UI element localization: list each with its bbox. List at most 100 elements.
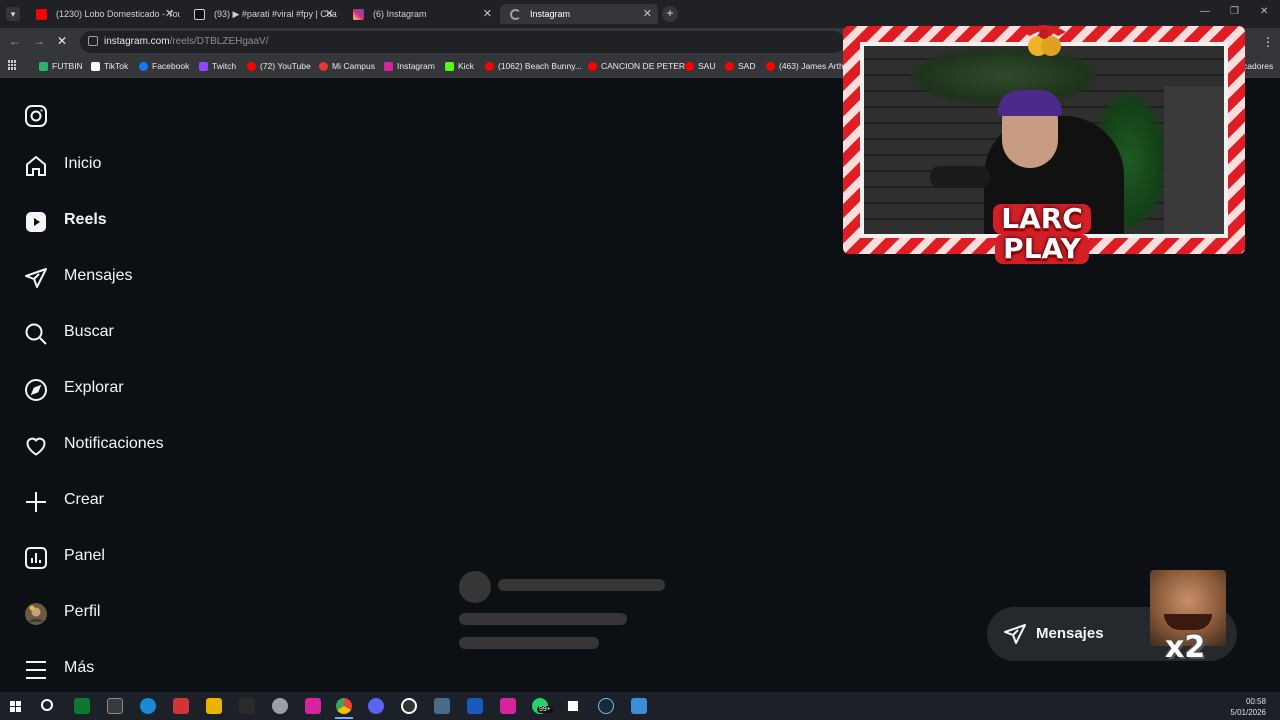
bookmark-futbin[interactable]: FUTBIN xyxy=(39,61,83,71)
clock-time: 00:58 xyxy=(1245,697,1266,706)
discord-icon[interactable] xyxy=(368,698,384,714)
url-text[interactable]: instagram.com/reels/DTBLZEHgaaV/ xyxy=(104,36,269,47)
chrome-icon[interactable] xyxy=(336,698,352,714)
bookmarks-overflow[interactable]: cadores xyxy=(1243,61,1273,71)
skeleton-line xyxy=(459,637,599,649)
sidebar-item-label: Reels xyxy=(64,211,107,228)
larc-play-logo: LARC PLAY xyxy=(958,204,1126,280)
minimize-icon[interactable]: — xyxy=(1200,6,1210,17)
taskbar-clock[interactable]: 00:58 5/01/2026 xyxy=(1230,696,1266,718)
sidebar-item-label: Buscar xyxy=(64,323,114,340)
calculator-icon[interactable] xyxy=(434,698,450,714)
sidebar-item-perfil[interactable]: Perfil xyxy=(24,600,100,628)
store-icon[interactable] xyxy=(74,698,90,714)
app-icon[interactable] xyxy=(272,698,288,714)
bookmark-youtube[interactable]: (72) YouTube xyxy=(247,61,311,71)
bookmark-label: FUTBIN xyxy=(52,61,83,71)
bookmark-sad[interactable]: SAD xyxy=(725,61,755,71)
browser-menu-icon[interactable]: ⋮ xyxy=(1262,35,1274,49)
sidebar-item-label: Notificaciones xyxy=(64,435,164,452)
windows-start-icon[interactable] xyxy=(10,701,21,712)
heart-icon xyxy=(26,437,46,456)
bookmark-twitch[interactable]: Twitch xyxy=(199,61,236,71)
bookmark-tiktok[interactable]: TikTok xyxy=(91,61,128,71)
forward-icon[interactable]: → xyxy=(33,34,45,48)
taskbar-search-icon[interactable] xyxy=(41,699,53,711)
logo-line-1: LARC xyxy=(993,204,1091,234)
word-icon[interactable] xyxy=(467,698,483,714)
url-path: /reels/DTBLZEHgaaV/ xyxy=(169,36,269,47)
sidebar-item-reels[interactable]: Reels xyxy=(24,208,107,236)
app-icon[interactable] xyxy=(500,698,516,714)
emote-mouth xyxy=(1164,614,1212,630)
new-tab-button[interactable]: + xyxy=(662,6,678,22)
tab-search-button[interactable]: ▾ xyxy=(6,7,20,21)
close-tab-icon[interactable]: ✕ xyxy=(643,7,652,20)
sidebar-item-panel[interactable]: Panel xyxy=(24,544,105,572)
bookmark-instagram[interactable]: Instagram xyxy=(384,61,435,71)
edge-icon[interactable] xyxy=(140,698,156,714)
sidebar-item-notificaciones[interactable]: Notificaciones xyxy=(24,432,164,460)
instagram-logo-icon[interactable] xyxy=(24,104,48,133)
sidebar-item-inicio[interactable]: Inicio xyxy=(24,152,101,180)
sidebar-item-mas[interactable]: Más xyxy=(24,656,94,684)
messages-icon xyxy=(1004,624,1026,644)
bookmark-label: Instagram xyxy=(397,61,435,71)
bookmark-facebook[interactable]: Facebook xyxy=(139,61,189,71)
close-tab-icon[interactable]: ✕ xyxy=(165,7,174,20)
app-icon[interactable] xyxy=(107,698,123,714)
youtube-icon xyxy=(766,61,775,71)
app-icon[interactable] xyxy=(305,698,321,714)
clock-date: 5/01/2026 xyxy=(1230,708,1266,717)
bookmark-cancion-de-peter[interactable]: CANCION DE PETER xyxy=(588,61,685,71)
close-tab-icon[interactable]: ✕ xyxy=(483,7,492,20)
bookmark-label: Facebook xyxy=(152,61,190,71)
browser-tab-active[interactable]: Instagram ✕ xyxy=(500,4,658,24)
youtube-icon xyxy=(588,61,597,71)
sidebar-item-mensajes[interactable]: Mensajes xyxy=(24,264,132,292)
app-icon[interactable] xyxy=(631,698,647,714)
kick-icon xyxy=(445,61,454,71)
sidebar-item-crear[interactable]: Crear xyxy=(24,488,104,516)
skeleton-line xyxy=(459,613,627,625)
app-icon[interactable] xyxy=(401,698,417,714)
tiktok-icon xyxy=(194,9,205,20)
bookmark-kick[interactable]: Kick xyxy=(445,61,474,71)
back-icon[interactable]: ← xyxy=(9,34,21,48)
stop-loading-icon[interactable]: ✕ xyxy=(57,34,67,48)
microphone xyxy=(930,166,990,188)
app-icon[interactable] xyxy=(239,698,255,714)
bookmark-mi-campus[interactable]: Mi Campus xyxy=(319,61,375,71)
tab-title: (6) Instagram xyxy=(373,9,427,19)
tab-title: Instagram xyxy=(530,9,571,19)
sidebar-item-label: Mensajes xyxy=(64,267,133,284)
dashboard-icon xyxy=(25,547,47,569)
bookmark-beach-bunny[interactable]: (1062) Beach Bunny... xyxy=(485,61,582,71)
apps-grid-icon[interactable] xyxy=(8,60,18,70)
tab-title: (1230) Lobo Domesticado - You xyxy=(56,9,180,19)
steam-icon[interactable] xyxy=(598,698,614,714)
sidebar-item-buscar[interactable]: Buscar xyxy=(24,320,114,348)
app-icon[interactable] xyxy=(565,698,581,714)
explore-icon xyxy=(25,379,47,401)
site-info-icon[interactable] xyxy=(88,36,98,46)
close-window-icon[interactable]: ✕ xyxy=(1260,6,1268,17)
browser-tab[interactable]: (6) Instagram ✕ xyxy=(343,4,498,24)
bookmark-label: (1062) Beach Bunny... xyxy=(498,61,582,71)
bookmark-james-arthur[interactable]: (463) James Arthur xyxy=(766,61,851,71)
plus-icon xyxy=(26,492,46,512)
messages-icon xyxy=(25,268,47,288)
close-tab-icon[interactable]: ✕ xyxy=(325,7,334,20)
sidebar-item-label: Más xyxy=(64,659,95,676)
avatar-icon xyxy=(25,603,47,625)
browser-tab[interactable]: (1230) Lobo Domesticado - You ✕ xyxy=(26,4,180,24)
file-explorer-icon[interactable] xyxy=(206,698,222,714)
youtube-icon xyxy=(725,61,734,71)
sidebar-item-explorar[interactable]: Explorar xyxy=(24,376,124,404)
youtube-icon xyxy=(685,61,694,71)
app-icon[interactable] xyxy=(173,698,189,714)
bookmark-sau[interactable]: SAU xyxy=(685,61,715,71)
maximize-icon[interactable]: ❐ xyxy=(1230,6,1239,17)
browser-tab[interactable]: (93) ▶ #parati #viral #fpy | Cua ✕ xyxy=(184,4,340,24)
tiktok-icon xyxy=(91,61,100,71)
